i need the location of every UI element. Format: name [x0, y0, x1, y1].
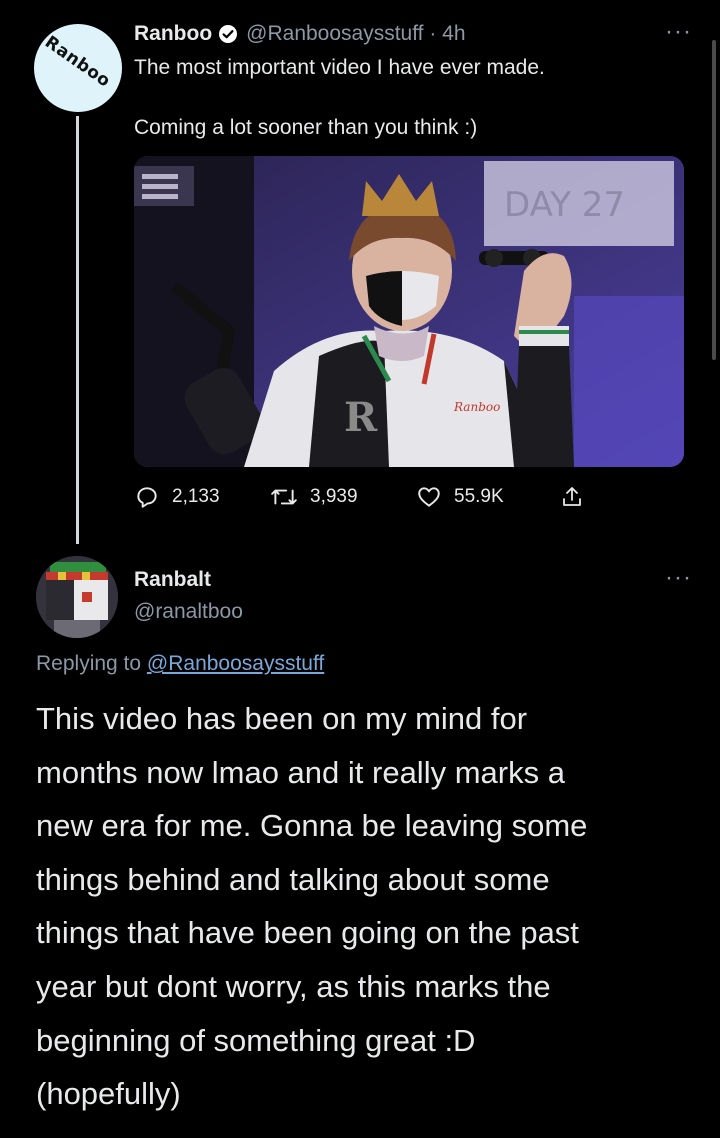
avatar-text: Ranboo	[41, 32, 115, 92]
reply-body: This video has been on my mind for month…	[36, 692, 686, 1121]
reply-line: months now lmao and it really marks a	[36, 754, 565, 790]
thread-line	[76, 116, 79, 544]
avatar-pixel-art	[36, 556, 118, 638]
share-action[interactable]	[560, 484, 596, 510]
replying-to-prefix: Replying to	[36, 652, 142, 675]
retweet-icon	[271, 489, 297, 505]
tweet-header: Ranboo @Ranboosaysstuff · 4h	[134, 22, 466, 46]
reply-action[interactable]: 2,133	[134, 484, 220, 510]
reply-line: (hopefully)	[36, 1076, 181, 1112]
tweet-media-image[interactable]: DAY 27 R Ranboo	[134, 156, 684, 467]
jacket-script: Ranboo	[453, 400, 500, 414]
author-handle-time[interactable]: @Ranboosaysstuff · 4h	[246, 22, 465, 46]
reply-count: 2,133	[172, 486, 220, 507]
reply-icon	[137, 487, 157, 508]
tweet-text-line2: Coming a lot sooner than you think :)	[134, 116, 478, 139]
tweet-text-line1: The most important video I have ever mad…	[134, 56, 545, 79]
retweet-action[interactable]: 3,939	[270, 484, 358, 510]
whiteboard-text: DAY 27	[504, 185, 625, 225]
media-illustration: DAY 27 R Ranboo	[134, 156, 684, 467]
reply-line: beginning of something great :D	[36, 1022, 476, 1058]
heart-icon	[418, 487, 440, 507]
like-action[interactable]: 55.9K	[416, 484, 504, 510]
verified-badge-icon	[219, 25, 238, 43]
reply-line: things that have been going on the past	[36, 915, 579, 951]
reply-line: This video has been on my mind for	[36, 701, 528, 736]
reply-author-handle[interactable]: @ranaltboo	[134, 600, 243, 624]
reply-author-name[interactable]: Ranbalt	[134, 568, 211, 592]
replying-to: Replying to @Ranboosaysstuff	[36, 652, 324, 676]
avatar-ranbalt[interactable]	[36, 556, 118, 638]
reply-line: new era for me. Gonna be leaving some	[36, 808, 588, 844]
jacket-letter: R	[344, 394, 378, 441]
scrollbar[interactable]	[712, 40, 716, 360]
reply-line: year but dont worry, as this marks the	[36, 968, 551, 1004]
share-icon	[563, 487, 581, 506]
reply-more-options-icon[interactable]: ···	[665, 564, 692, 592]
replying-to-mention[interactable]: @Ranboosaysstuff	[147, 652, 324, 675]
retweet-count: 3,939	[310, 486, 358, 507]
avatar-ranboo[interactable]: Ranboo	[34, 24, 122, 112]
like-count: 55.9K	[454, 486, 504, 507]
author-name[interactable]: Ranboo	[134, 22, 212, 46]
reply-line: things behind and talking about some	[36, 861, 550, 897]
more-options-icon[interactable]: ···	[665, 18, 692, 46]
